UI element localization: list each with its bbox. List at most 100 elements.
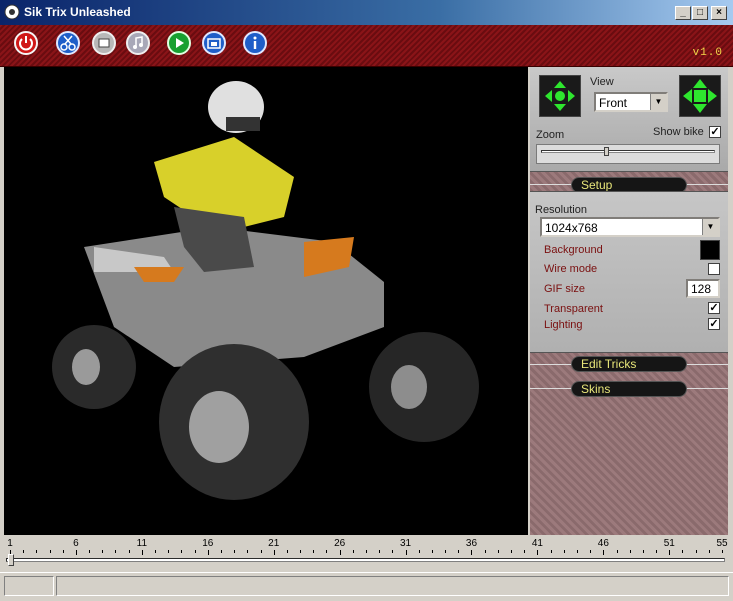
edit-tricks-section-button[interactable]: Edit Tricks xyxy=(571,356,687,372)
timeline-tick-mark xyxy=(563,550,565,553)
timeline-tick-mark xyxy=(339,550,341,555)
timeline-tick-mark xyxy=(247,550,249,553)
info-button[interactable] xyxy=(243,31,267,55)
transparent-label: Transparent xyxy=(544,303,603,315)
open-icon xyxy=(98,38,110,48)
timeline-tick-mark xyxy=(155,550,157,553)
timeline-tick-mark xyxy=(405,550,407,555)
resolution-select[interactable]: 1024x768 ▼ xyxy=(540,217,720,237)
version-label: v1.0 xyxy=(692,47,723,59)
timeline-tick-mark xyxy=(603,550,605,555)
quad-bike-render xyxy=(52,81,479,500)
skins-section-button[interactable]: Skins xyxy=(571,381,687,397)
timeline-tick-label: 55 xyxy=(716,538,728,549)
timeline-tick-mark xyxy=(75,550,77,555)
title-bar[interactable]: Sik Trix Unleashed _ □ × xyxy=(0,0,733,25)
zoom-slider-thumb[interactable] xyxy=(603,147,609,156)
cut-icon xyxy=(60,35,76,51)
power-icon xyxy=(19,36,33,51)
resolution-label: Resolution xyxy=(535,204,587,216)
music-button[interactable] xyxy=(126,31,150,55)
window-title: Sik Trix Unleashed xyxy=(24,5,131,19)
pan-arrows-icon xyxy=(683,79,717,113)
screenshot-button[interactable] xyxy=(202,31,226,55)
timeline-tick-mark xyxy=(669,550,671,555)
music-icon xyxy=(133,36,143,49)
power-button[interactable] xyxy=(14,31,38,55)
rotate-arrows-icon xyxy=(545,81,575,111)
timeline-tick-mark xyxy=(220,550,222,553)
timeline-tick-mark xyxy=(431,550,433,553)
timeline-tick-mark xyxy=(273,550,275,555)
play-button[interactable] xyxy=(167,31,191,55)
chevron-down-icon: ▼ xyxy=(702,219,718,235)
background-color-swatch[interactable] xyxy=(700,240,720,260)
wire-mode-label: Wire mode xyxy=(544,263,598,275)
timeline-tick-label: 46 xyxy=(597,538,609,549)
timeline-tick-mark xyxy=(300,550,302,553)
timeline-tick-mark xyxy=(141,550,143,555)
toolbar: v1.0 xyxy=(0,25,733,67)
wire-mode-checkbox[interactable] xyxy=(708,263,720,275)
transparent-checkbox[interactable]: ✓ xyxy=(708,302,720,314)
timeline-tick-mark xyxy=(181,550,183,553)
pan-pad[interactable] xyxy=(679,75,721,117)
timeline-tick-mark xyxy=(629,550,631,553)
3d-viewport[interactable] xyxy=(4,67,528,535)
gif-size-input[interactable]: 128 xyxy=(686,279,720,298)
open-button[interactable] xyxy=(92,31,116,55)
timeline-tick-mark xyxy=(23,550,25,553)
timeline-tick-mark xyxy=(102,550,104,553)
show-bike-label: Show bike xyxy=(653,126,704,138)
timeline-tick-mark xyxy=(722,550,723,553)
timeline-tick-label: 41 xyxy=(531,538,543,549)
timeline-tick-mark xyxy=(36,550,38,553)
timeline-tick-mark xyxy=(326,550,328,553)
lighting-label: Lighting xyxy=(544,319,583,331)
timeline-tick-mark xyxy=(616,550,618,553)
show-bike-checkbox[interactable]: ✓ xyxy=(709,126,721,138)
info-icon xyxy=(253,36,257,49)
timeline-tick-mark xyxy=(366,550,367,553)
timeline-tick-label: 36 xyxy=(465,538,478,549)
timeline-tick-mark xyxy=(379,550,381,553)
timeline-tick-mark xyxy=(392,550,394,553)
timeline-tick-mark xyxy=(194,550,196,553)
resolution-value: 1024x768 xyxy=(545,221,598,235)
gif-size-value: 128 xyxy=(691,282,712,296)
timeline-tick-mark xyxy=(682,550,684,553)
timeline-thumb[interactable] xyxy=(8,554,14,566)
setup-panel: Resolution 1024x768 ▼ Background Wire mo… xyxy=(530,191,728,353)
timeline-tick-mark xyxy=(128,550,130,553)
timeline-tick-mark xyxy=(418,550,420,553)
timeline-tick-mark xyxy=(590,550,592,553)
background-label: Background xyxy=(544,244,603,256)
cut-button[interactable] xyxy=(56,31,80,55)
zoom-slider-track xyxy=(541,150,715,153)
timeline-tick-label: 16 xyxy=(202,538,214,549)
timeline[interactable]: 1 6 11 16 21 26 31 36 41 46 51 55 xyxy=(4,536,729,570)
timeline-tick-mark xyxy=(708,550,710,553)
timeline-tick-mark xyxy=(656,550,658,553)
timeline-tick-mark xyxy=(537,550,539,555)
maximize-button[interactable]: □ xyxy=(692,6,708,20)
zoom-label: Zoom xyxy=(536,129,565,141)
zoom-slider[interactable] xyxy=(536,144,720,164)
view-select[interactable]: Front ▼ xyxy=(594,92,668,112)
timeline-tick-mark xyxy=(576,550,578,553)
timeline-tick-label: 21 xyxy=(268,538,280,549)
timeline-tick-mark xyxy=(550,550,552,553)
view-controls: View Front ▼ Zoom Show bike ✓ xyxy=(530,67,728,172)
minimize-button[interactable]: _ xyxy=(675,6,691,20)
timeline-tick-mark xyxy=(49,550,51,553)
timeline-tick-label: 1 xyxy=(7,538,13,549)
status-bar xyxy=(0,572,733,601)
close-button[interactable]: × xyxy=(711,6,727,20)
timeline-tick-mark xyxy=(471,550,473,555)
timeline-tick-label: 11 xyxy=(136,538,148,549)
lighting-checkbox[interactable]: ✓ xyxy=(708,318,720,330)
view-label: View xyxy=(590,76,614,88)
timeline-tick-mark xyxy=(62,550,64,553)
rotate-pad[interactable] xyxy=(539,75,581,117)
view-select-value: Front xyxy=(599,96,628,110)
